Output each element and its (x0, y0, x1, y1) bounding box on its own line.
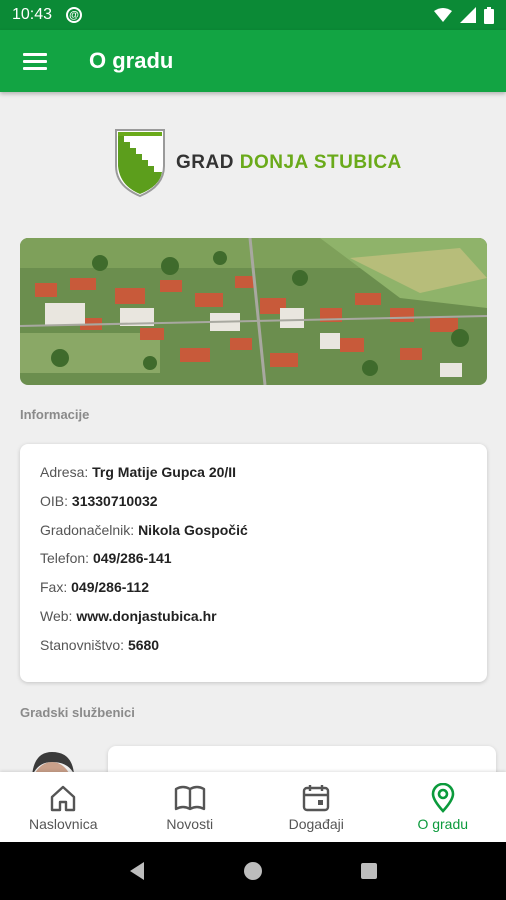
info-row-phone[interactable]: Telefon: 049/286-141 (40, 550, 172, 566)
signal-icon (460, 7, 476, 23)
city-name: GRAD DONJA STUBICA (176, 152, 402, 174)
nav-item-o-gradu[interactable]: O gradu (380, 772, 506, 842)
battery-icon (484, 6, 494, 24)
info-card: Adresa: Trg Matije Gupca 20/II OIB: 3133… (20, 444, 487, 682)
main-content[interactable]: GRAD DONJA STUBICA Informacije Adresa: T… (0, 92, 506, 772)
info-row-oib: OIB: 31330710032 (40, 493, 158, 509)
logo-text-grad: GRAD (176, 152, 234, 173)
wifi-icon (434, 8, 452, 22)
info-value: 5680 (127, 637, 160, 653)
nav-label: Naslovnica (29, 815, 98, 832)
home-circle-icon[interactable] (243, 861, 263, 881)
info-row-address: Adresa: Trg Matije Gupca 20/II (40, 464, 236, 480)
nav-label: Događaji (288, 815, 344, 832)
back-icon[interactable] (128, 861, 146, 881)
avatar[interactable] (12, 746, 96, 772)
location-pin-icon (431, 782, 455, 813)
staff-card[interactable] (108, 746, 496, 772)
city-logo: GRAD DONJA STUBICA (114, 128, 402, 198)
home-icon (51, 785, 76, 811)
nav-label: Novosti (166, 815, 214, 832)
info-value: 049/286-112 (71, 579, 149, 595)
nav-item-naslovnica[interactable]: Naslovnica (0, 772, 127, 842)
phone-link[interactable]: 049/286-141 (93, 550, 172, 566)
website-link[interactable]: www.donjastubica.hr (76, 608, 216, 624)
book-icon (174, 785, 205, 810)
info-label: Telefon: (40, 550, 90, 566)
nav-item-dogadaji[interactable]: Događaji (253, 772, 380, 842)
status-bar: 10:43 @ (0, 0, 506, 30)
status-time: 10:43 (12, 6, 53, 23)
info-label: Gradonačelnik: (40, 522, 135, 538)
info-section-title: Informacije (20, 407, 90, 422)
logo-text-name: DONJA STUBICA (239, 152, 402, 173)
page-title: O gradu (89, 48, 174, 73)
sync-icon: @ (66, 7, 83, 23)
info-value: Nikola Gospočić (138, 522, 248, 538)
system-navigation-bar (0, 842, 506, 900)
city-aerial-photo (20, 238, 487, 385)
calendar-icon (303, 784, 330, 811)
recents-icon[interactable] (360, 862, 378, 880)
info-label: Web: (40, 608, 73, 624)
info-value: Trg Matije Gupca 20/II (92, 464, 237, 480)
info-row-mayor: Gradonačelnik: Nikola Gospočić (40, 522, 248, 538)
bottom-navigation: Naslovnica Novosti Događaji O gradu (0, 772, 506, 842)
app-bar: O gradu (0, 30, 506, 92)
nav-item-novosti[interactable]: Novosti (127, 772, 254, 842)
info-label: OIB: (40, 493, 69, 509)
info-label: Stanovništvo: (40, 637, 125, 653)
staff-section-title: Gradski službenici (20, 705, 135, 720)
nav-label: O gradu (417, 815, 469, 832)
info-label: Fax: (40, 579, 68, 595)
info-row-population: Stanovništvo: 5680 (40, 637, 159, 653)
info-row-fax: Fax: 049/286-112 (40, 579, 149, 595)
coat-of-arms-icon (115, 129, 165, 198)
info-value: 31330710032 (71, 493, 158, 509)
hamburger-menu-icon[interactable] (23, 49, 47, 74)
info-label: Adresa: (40, 464, 89, 480)
info-row-web[interactable]: Web: www.donjastubica.hr (40, 608, 217, 624)
